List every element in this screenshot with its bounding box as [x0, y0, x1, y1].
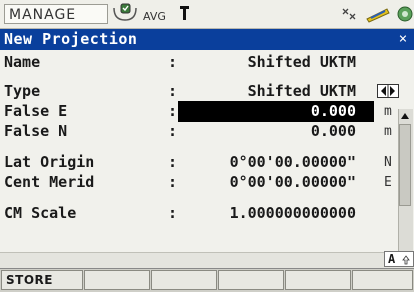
field-unit: m [384, 124, 392, 139]
field-colon: : [168, 53, 178, 71]
field-label: Cent Merid [4, 173, 95, 191]
field-colon: : [168, 102, 178, 120]
fkey-4[interactable] [218, 270, 284, 290]
field-unit: N [384, 155, 392, 170]
false-n-input[interactable]: 0.000 [311, 121, 356, 142]
field-label: Type [4, 82, 41, 100]
field-colon: : [168, 204, 178, 222]
field-row-name[interactable]: Name : Shifted UKTM [0, 52, 396, 73]
satellite-icon [113, 3, 137, 21]
input-mode-bar [0, 252, 414, 269]
cent-merid-input[interactable]: 0°00'00.00000" [230, 172, 356, 193]
menu-label[interactable]: MANAGE [4, 4, 108, 24]
dialog-title: New Projection [4, 30, 138, 48]
cm-scale-input[interactable]: 1.000000000000 [230, 203, 356, 224]
fkey-6[interactable] [352, 270, 413, 290]
input-mode-label: A [388, 252, 396, 266]
field-row-false-e[interactable]: False E : 0.000 m [0, 101, 396, 122]
fkey-3[interactable] [151, 270, 217, 290]
field-row-type[interactable]: Type : Shifted UKTM [0, 81, 399, 102]
scroll-up-icon[interactable] [398, 109, 412, 123]
field-label: Lat Origin [4, 153, 95, 171]
type-value[interactable]: Shifted UKTM [248, 81, 356, 102]
field-colon: : [168, 122, 178, 140]
dialog-titlebar: New Projection × [0, 29, 414, 50]
field-unit: E [384, 175, 392, 190]
fkey-2[interactable] [84, 270, 150, 290]
battery-icon [366, 8, 390, 23]
fkey-5[interactable] [285, 270, 351, 290]
field-label: Name [4, 53, 41, 71]
field-colon: : [168, 82, 178, 100]
lat-origin-input[interactable]: 0°00'00.00000" [230, 152, 356, 173]
pole-icon [180, 6, 189, 20]
scroll-thumb[interactable] [399, 124, 411, 206]
field-label: CM Scale [4, 204, 77, 222]
memory-card-icon [397, 6, 413, 22]
field-label: False N [4, 122, 68, 140]
false-e-input[interactable]: 0.000 [311, 101, 356, 122]
list-arrows-icon[interactable] [377, 84, 399, 98]
field-row-lat-origin[interactable]: Lat Origin : 0°00'00.00000" N [0, 152, 396, 173]
field-row-false-n[interactable]: False N : 0.000 m [0, 121, 396, 142]
name-value[interactable]: Shifted UKTM [248, 52, 356, 73]
field-label: False E [4, 102, 68, 120]
field-row-cent-merid[interactable]: Cent Merid : 0°00'00.00000" E [0, 172, 396, 193]
close-icon[interactable]: × [396, 32, 410, 46]
radio-icon [342, 8, 356, 20]
field-colon: : [168, 153, 178, 171]
field-colon: : [168, 173, 178, 191]
input-mode-indicator: A [384, 251, 414, 267]
fkey-store[interactable]: STORE [1, 270, 83, 290]
shift-arrow-icon [402, 254, 411, 264]
field-unit: m [384, 104, 392, 119]
avg-label: AVG [143, 10, 166, 23]
field-row-cm-scale[interactable]: CM Scale : 1.000000000000 [0, 203, 396, 224]
